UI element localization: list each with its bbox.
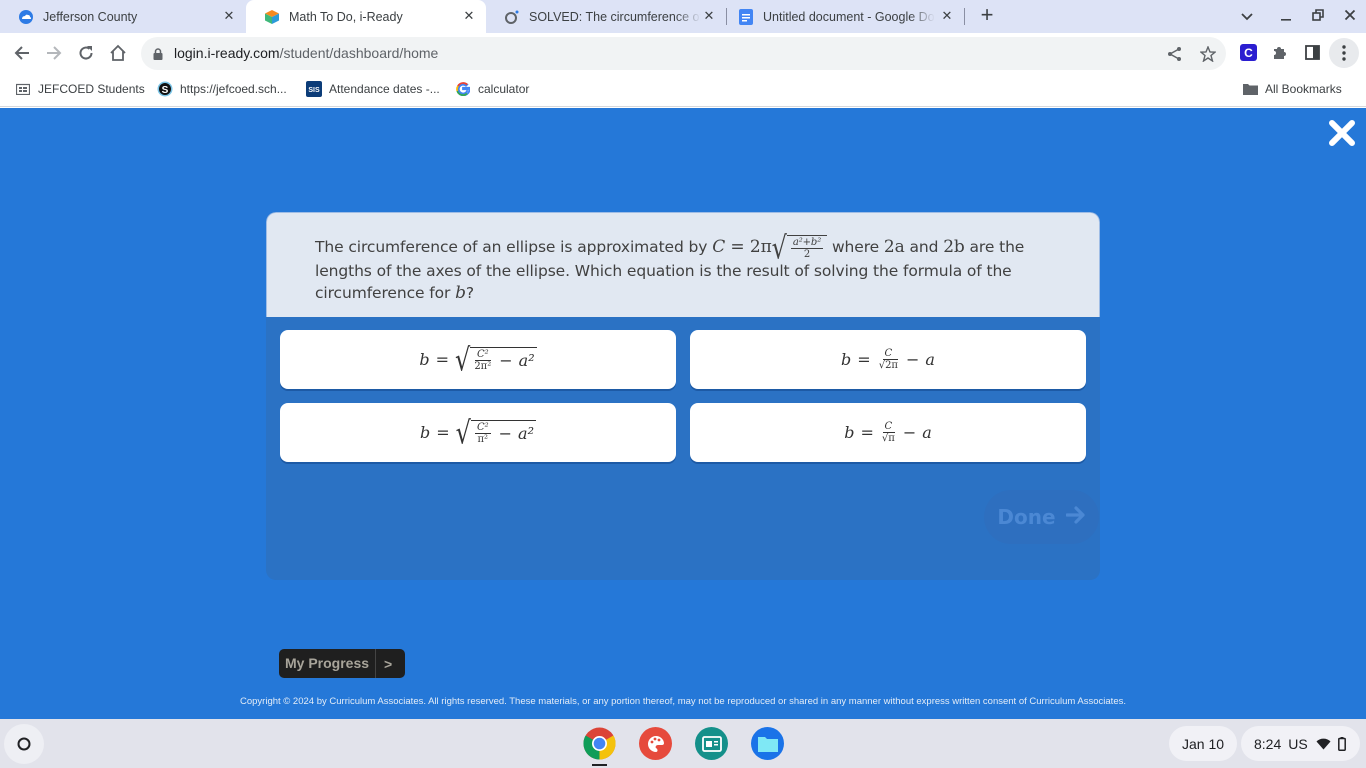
folder-icon (1242, 81, 1258, 97)
new-tab-button[interactable]: + (976, 4, 998, 28)
sis-icon: SIS (306, 81, 322, 97)
answer-choice-c[interactable]: b = √ C² π² − a² (280, 403, 676, 462)
close-tab-icon[interactable]: ✕ (222, 9, 236, 23)
svg-text:C: C (1244, 46, 1253, 60)
choice-equation: b = √ C² π² − a² (420, 414, 536, 452)
launcher-button[interactable] (4, 724, 44, 764)
copyright-text: Copyright © 2024 by Curriculum Associate… (240, 696, 1126, 707)
choice-equation: b = C √2π − a (841, 348, 935, 371)
choice-equation: b = √ C² 2π² − a² (419, 341, 537, 379)
side-panel-icon[interactable] (1302, 42, 1322, 62)
tab-solved[interactable]: SOLVED: The circumference of a ✕ (486, 0, 726, 33)
tab-google-doc[interactable]: Untitled document - Google Doc ✕ (718, 0, 964, 33)
google-classroom-icon[interactable] (695, 727, 728, 760)
minimize-icon[interactable] (1276, 6, 1296, 26)
all-bookmarks-button[interactable]: All Bookmarks (1242, 81, 1342, 97)
question-text: The circumference of an ellipse is appro… (315, 229, 1025, 303)
chrome-icon[interactable] (583, 727, 616, 760)
close-tab-icon[interactable]: ✕ (702, 9, 716, 23)
folder-grid-icon (15, 81, 31, 97)
my-progress-label: My Progress (279, 649, 377, 678)
date-text: Jan 10 (1182, 735, 1225, 752)
google-icon (455, 81, 471, 97)
close-window-icon[interactable] (1340, 6, 1360, 26)
answer-choice-d[interactable]: b = C √π − a (690, 403, 1086, 462)
svg-text:SIS: SIS (308, 87, 320, 94)
bookmark-label: https://jefcoed.sch... (180, 82, 287, 96)
close-tab-icon[interactable]: ✕ (462, 9, 476, 23)
formula-radical: √ a²+b² 2 (772, 232, 828, 264)
answer-choice-a[interactable]: b = √ C² 2π² − a² (280, 330, 676, 389)
bookmark-attendance-dates[interactable]: SIS Attendance dates -... (306, 81, 440, 97)
close-tab-icon[interactable]: ✕ (940, 9, 954, 23)
address-bar[interactable]: login.i-ready.com/student/dashboard/home (141, 37, 1226, 70)
clock-text: 8:24 (1254, 735, 1282, 752)
files-icon[interactable] (751, 727, 784, 760)
done-button[interactable]: Done (984, 490, 1099, 544)
status-tray[interactable]: 8:24 US (1241, 726, 1360, 761)
cloud-icon (18, 9, 34, 25)
back-icon[interactable] (10, 41, 34, 65)
restore-icon[interactable] (1308, 6, 1328, 26)
schoology-icon: S (157, 81, 173, 97)
lesson-area: The circumference of an ellipse is appro… (0, 108, 1366, 719)
active-app-indicator (592, 764, 607, 766)
tab-title: Untitled document - Google Doc (763, 9, 935, 24)
home-icon[interactable] (106, 41, 130, 65)
bookmark-label: Attendance dates -... (329, 82, 440, 96)
lock-icon (153, 47, 163, 65)
tab-title: SOLVED: The circumference of a (529, 9, 701, 24)
bookmarks-bar: JEFCOED Students S https://jefcoed.sch..… (0, 73, 1366, 107)
browser-menu-icon[interactable] (1329, 38, 1359, 68)
svg-text:S: S (162, 85, 169, 96)
chevron-right-icon: > (384, 655, 393, 672)
bookmark-star-icon[interactable] (1199, 45, 1217, 63)
share-icon[interactable] (1166, 45, 1184, 63)
os-shelf: Jan 10 8:24 US (0, 719, 1366, 768)
exit-lesson-close-icon[interactable] (1328, 119, 1356, 147)
numerade-icon (504, 9, 520, 25)
done-label: Done (997, 505, 1056, 529)
wifi-icon (1316, 738, 1331, 750)
reload-icon[interactable] (74, 41, 98, 65)
tab-title: Math To Do, i-Ready (289, 9, 403, 24)
tab-strip: Jefferson County ✕ Math To Do, i-Ready ✕… (0, 0, 1366, 33)
forward-icon[interactable] (42, 41, 66, 65)
question-card: The circumference of an ellipse is appro… (266, 212, 1100, 580)
bookmark-label: JEFCOED Students (38, 82, 145, 96)
iready-cube-icon (264, 9, 280, 25)
answer-choice-b[interactable]: b = C √2π − a (690, 330, 1086, 389)
tab-jefferson-county[interactable]: Jefferson County ✕ (0, 0, 246, 33)
tab-title: Jefferson County (43, 9, 138, 24)
date-tray[interactable]: Jan 10 (1169, 726, 1238, 761)
google-docs-icon (738, 8, 754, 25)
bookmark-jefcoed-students[interactable]: JEFCOED Students (15, 81, 145, 97)
url-text: login.i-ready.com/student/dashboard/home (174, 45, 439, 61)
bookmark-calculator[interactable]: calculator (455, 81, 529, 97)
input-locale: US (1288, 735, 1308, 752)
browser-toolbar: login.i-ready.com/student/dashboard/home… (0, 33, 1366, 73)
choice-equation: b = C √π − a (844, 421, 932, 444)
extensions-puzzle-icon[interactable] (1270, 42, 1290, 62)
bookmark-label: All Bookmarks (1265, 82, 1342, 96)
extension-c-icon[interactable]: C (1238, 42, 1258, 62)
my-progress-button[interactable]: My Progress > (279, 649, 405, 678)
bookmark-label: calculator (478, 82, 530, 96)
battery-icon (1337, 736, 1346, 751)
question-stem: The circumference of an ellipse is appro… (266, 212, 1100, 317)
tab-search-icon[interactable] (1237, 6, 1257, 26)
tab-i-ready[interactable]: Math To Do, i-Ready ✕ (246, 0, 486, 33)
tab-separator (964, 8, 965, 25)
arrow-right-icon (1064, 505, 1086, 530)
canvas-paint-icon[interactable] (639, 727, 672, 760)
bookmark-schoology[interactable]: S https://jefcoed.sch... (157, 81, 287, 97)
